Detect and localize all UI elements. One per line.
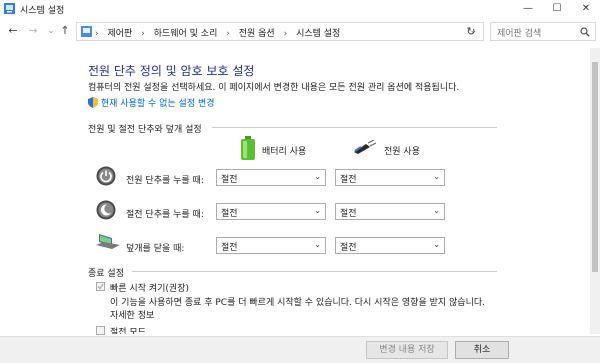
select-value: 절전 xyxy=(221,209,238,219)
search-box[interactable]: 제어판 검색 xyxy=(490,22,596,41)
main-content: 전원 단추 정의 및 암호 보호 설정 컴퓨터의 전원 설정을 선택하세요. 이… xyxy=(0,48,590,335)
breadcrumb-item-control-panel[interactable]: 제어판 xyxy=(107,29,132,39)
select-value: 절전 xyxy=(340,175,357,185)
up-button[interactable]: ↑ xyxy=(58,23,72,39)
more-info-link[interactable]: 자세한 정보 xyxy=(110,308,154,321)
section-shutdown-title: 종료 설정 xyxy=(88,269,124,279)
search-icon[interactable] xyxy=(580,27,590,37)
footer-bar: 변경 내용 저장 취소 xyxy=(0,336,600,363)
uac-shield-icon xyxy=(88,97,98,108)
control-panel-icon xyxy=(4,3,15,14)
breadcrumb-item-power-options[interactable]: 전원 옵션 xyxy=(239,29,275,39)
plugged-in-column-header: 전원 사용 xyxy=(384,147,420,157)
select-value: 절전 xyxy=(340,243,357,253)
chevron-down-icon: ⌄ xyxy=(433,240,440,249)
admin-link-row: 현재 사용할 수 없는 설정 변경 xyxy=(88,96,215,109)
fast-startup-description: 이 기능을 사용하면 종료 후 PC를 더 빠르게 시작할 수 있습니다. 다시… xyxy=(110,298,485,308)
select-value: 절전 xyxy=(221,243,238,253)
control-panel-small-icon xyxy=(81,26,92,37)
save-changes-button[interactable]: 변경 내용 저장 xyxy=(366,341,448,359)
select-value: 절전 xyxy=(221,175,238,185)
search-placeholder: 제어판 검색 xyxy=(497,29,542,39)
select-value: 절전 xyxy=(340,209,357,219)
breadcrumb-sep: › xyxy=(226,29,230,39)
lid-close-label: 덮개를 닫을 때: xyxy=(126,244,185,254)
fast-startup-checkbox[interactable] xyxy=(96,282,105,291)
power-button-icon xyxy=(96,166,116,186)
section-divider xyxy=(212,127,497,128)
chevron-down-icon: ⌄ xyxy=(433,172,440,181)
title-bar: 시스템 설정 — ☐ ✕ xyxy=(0,0,600,18)
power-button-plugged-select[interactable]: 절전 ⌄ xyxy=(335,169,445,186)
power-button-label: 전원 단추를 누를 때: xyxy=(126,176,204,186)
laptop-lid-icon xyxy=(96,234,120,249)
minimize-button[interactable]: — xyxy=(514,0,542,18)
sleep-button-label: 절전 단추를 누를 때: xyxy=(126,210,204,220)
back-button[interactable]: ← xyxy=(6,23,20,39)
sleep-button-battery-select[interactable]: 절전 ⌄ xyxy=(216,203,326,220)
checkmark-icon xyxy=(97,283,104,290)
lid-close-plugged-select[interactable]: 절전 ⌄ xyxy=(335,237,445,254)
scrollbar-thumb[interactable] xyxy=(592,62,598,272)
chevron-down-icon: ⌄ xyxy=(433,206,440,215)
recent-dropdown-icon[interactable]: ⌄ xyxy=(44,23,58,39)
sleep-checkbox[interactable] xyxy=(96,326,105,335)
change-unavailable-settings-link[interactable]: 현재 사용할 수 없는 설정 변경 xyxy=(101,99,215,109)
battery-icon xyxy=(241,136,255,160)
breadcrumb-sep: › xyxy=(95,29,99,39)
breadcrumb: › 제어판 › 하드웨어 및 소리 › 전원 옵션 › 시스템 설정 xyxy=(95,26,340,39)
section-power-buttons-title: 전원 및 절전 단추와 덮개 설정 xyxy=(88,125,202,135)
window-title: 시스템 설정 xyxy=(20,6,65,16)
power-plug-icon xyxy=(354,140,376,154)
breadcrumb-sep: › xyxy=(141,29,145,39)
chevron-down-icon: ⌄ xyxy=(314,206,321,215)
lid-close-battery-select[interactable]: 절전 ⌄ xyxy=(216,237,326,254)
breadcrumb-sep: › xyxy=(283,29,288,39)
fast-startup-label: 빠른 시작 켜기(권장) xyxy=(110,284,189,294)
close-button[interactable]: ✕ xyxy=(572,0,600,18)
chevron-down-icon: ⌄ xyxy=(314,172,321,181)
page-title: 전원 단추 정의 및 암호 보호 설정 xyxy=(88,64,255,78)
sleep-button-plugged-select[interactable]: 절전 ⌄ xyxy=(335,203,445,220)
address-bar[interactable]: › 제어판 › 하드웨어 및 소리 › 전원 옵션 › 시스템 설정 ⌄ xyxy=(76,22,484,41)
power-button-battery-select[interactable]: 절전 ⌄ xyxy=(216,169,326,186)
refresh-button[interactable]: ↻ xyxy=(464,24,478,40)
address-row: ← → ⌄ ↑ › 제어판 › 하드웨어 및 소리 › 전원 옵션 › 시스템 … xyxy=(0,20,600,44)
sleep-button-icon xyxy=(96,200,116,220)
forward-button[interactable]: → xyxy=(26,23,40,39)
breadcrumb-item-system-settings[interactable]: 시스템 설정 xyxy=(296,29,340,39)
battery-column-header: 배터리 사용 xyxy=(262,147,307,157)
breadcrumb-item-hardware-sound[interactable]: 하드웨어 및 소리 xyxy=(154,29,218,39)
cancel-button[interactable]: 취소 xyxy=(455,341,509,359)
page-description: 컴퓨터의 전원 설정을 선택하세요. 이 페이지에서 변경한 내용은 모든 전원… xyxy=(88,83,460,93)
maximize-button[interactable]: ☐ xyxy=(543,0,571,18)
sleep-mode-label: 절전 모드 xyxy=(110,328,146,334)
chevron-down-icon: ⌄ xyxy=(314,240,321,249)
section-divider xyxy=(132,271,497,272)
